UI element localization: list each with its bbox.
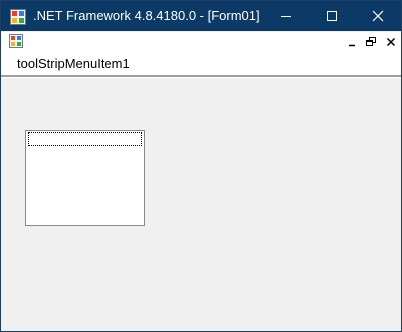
minimize-button[interactable] bbox=[263, 1, 309, 31]
mdi-control-strip bbox=[1, 32, 401, 52]
main-window: .NET Framework 4.8.4180.0 - [Form01] too… bbox=[0, 0, 402, 332]
mdi-restore-icon bbox=[366, 37, 376, 46]
form-icon[interactable] bbox=[9, 34, 23, 48]
mdi-client-area[interactable] bbox=[3, 78, 399, 329]
close-icon bbox=[372, 10, 384, 22]
maximize-button[interactable] bbox=[309, 1, 355, 31]
dotnet-app-icon bbox=[10, 9, 26, 25]
mdi-minimize-icon bbox=[349, 44, 355, 47]
mdi-close-button[interactable] bbox=[383, 34, 399, 50]
minimize-icon bbox=[281, 16, 291, 17]
listbox[interactable] bbox=[25, 130, 145, 226]
mdi-minimize-button[interactable] bbox=[344, 34, 360, 50]
maximize-icon bbox=[327, 11, 337, 21]
window-title: .NET Framework 4.8.4180.0 - [Form01] bbox=[33, 8, 260, 23]
mdi-close-icon bbox=[386, 37, 396, 47]
close-button[interactable] bbox=[355, 1, 401, 31]
mdi-restore-button[interactable] bbox=[363, 34, 379, 50]
menu-item-toolstripmenuitem1[interactable]: toolStripMenuItem1 bbox=[13, 55, 134, 72]
title-bar[interactable]: .NET Framework 4.8.4180.0 - [Form01] bbox=[1, 1, 401, 31]
menu-bar: toolStripMenuItem1 bbox=[1, 52, 401, 75]
listbox-focus-rectangle bbox=[28, 132, 142, 146]
